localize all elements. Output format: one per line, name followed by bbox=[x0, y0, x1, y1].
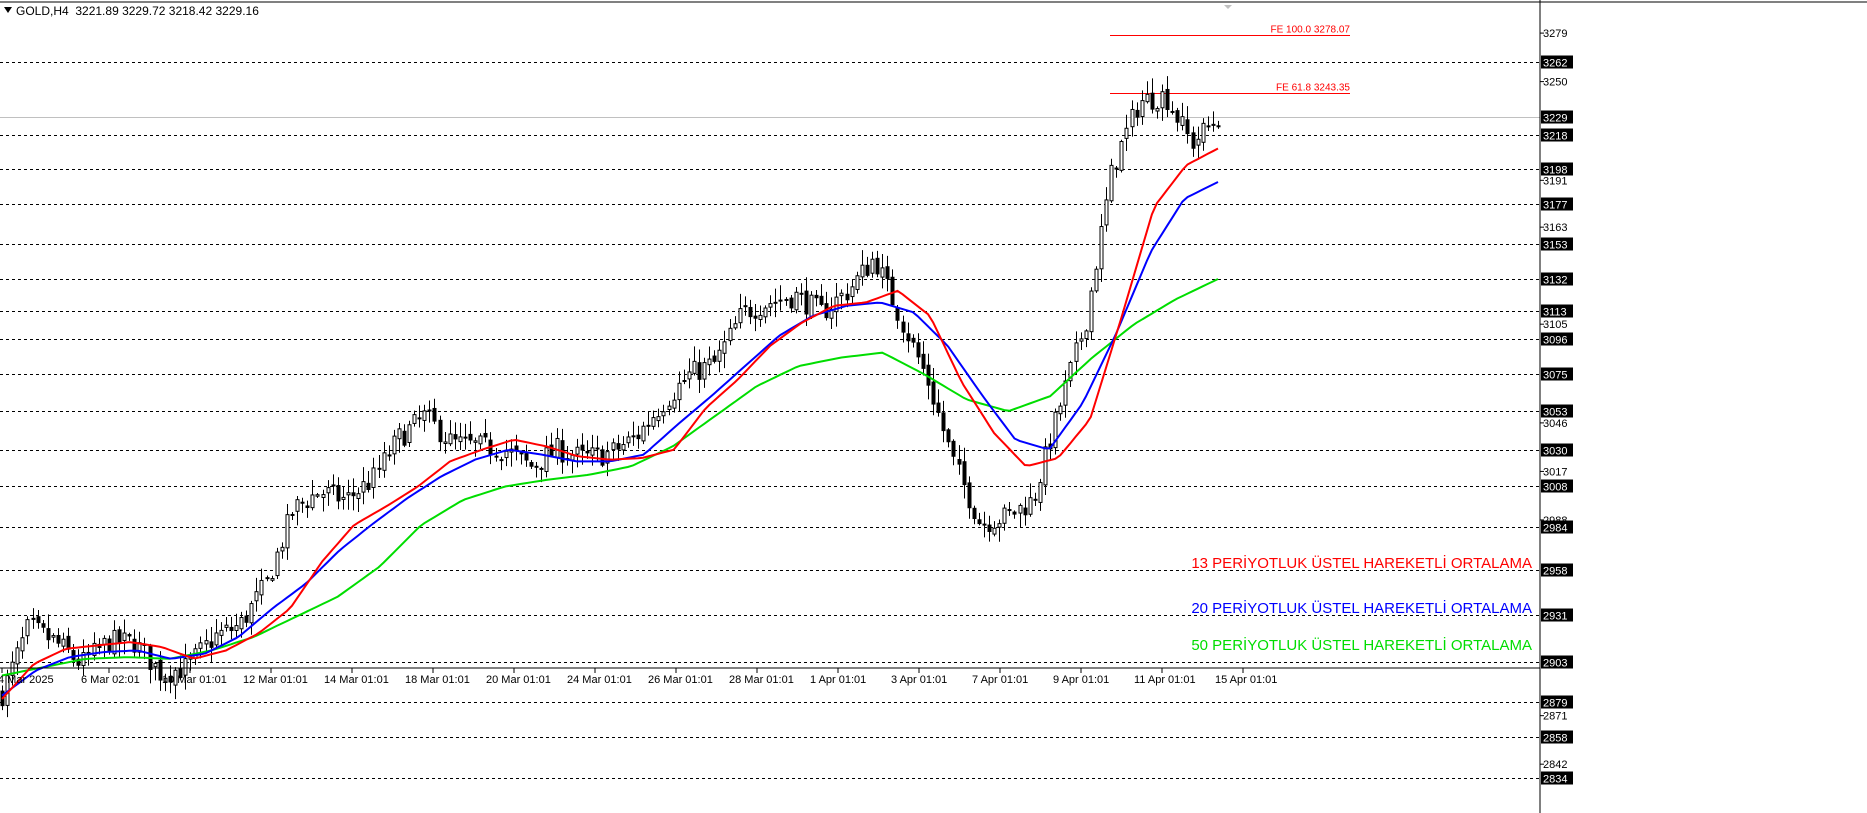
time-label: 28 Mar 01:01 bbox=[729, 674, 794, 686]
chart-header: GOLD,H4 3221.89 3229.72 3218.42 3229.16 bbox=[4, 4, 259, 18]
level-label: 3096 bbox=[1543, 335, 1567, 347]
price-tick-label: 3250 bbox=[1543, 77, 1567, 89]
time-label: 11 Apr 01:01 bbox=[1134, 674, 1196, 686]
level-label: 3053 bbox=[1543, 407, 1567, 419]
time-label: 1 Apr 01:01 bbox=[810, 674, 866, 686]
time-label: 26 Mar 01:01 bbox=[648, 674, 713, 686]
level-label: 3008 bbox=[1543, 482, 1567, 494]
level-label: 3262 bbox=[1543, 58, 1567, 70]
level-label: 3113 bbox=[1543, 307, 1567, 319]
time-label: 6 Mar 02:01 bbox=[81, 674, 140, 686]
price-tick-label: 2842 bbox=[1543, 759, 1567, 771]
fib-label: FE 100.0 3278.07 bbox=[1270, 25, 1350, 36]
ohlc-values: 3221.89 3229.72 3218.42 3229.16 bbox=[75, 4, 259, 18]
time-label: 10 Mar 01:01 bbox=[162, 674, 227, 686]
level-label: 3132 bbox=[1543, 275, 1567, 287]
time-label: 12 Mar 01:01 bbox=[243, 674, 308, 686]
ema50-legend: 50 PERİYOTLUK ÜSTEL HAREKETLİ ORTALAMA bbox=[1191, 637, 1532, 654]
level-label: 3030 bbox=[1543, 446, 1567, 458]
time-label: 9 Apr 01:01 bbox=[1053, 674, 1109, 686]
fib-label: FE 61.8 3243.35 bbox=[1276, 83, 1350, 94]
level-label: 3229 bbox=[1543, 113, 1567, 125]
symbol-label: GOLD,H4 bbox=[16, 4, 69, 18]
level-label: 3075 bbox=[1543, 370, 1567, 382]
level-label: 3153 bbox=[1543, 240, 1567, 252]
ema13-legend: 13 PERİYOTLUK ÜSTEL HAREKETLİ ORTALAMA bbox=[1191, 555, 1532, 572]
time-label: 24 Mar 01:01 bbox=[567, 674, 632, 686]
dropdown-arrow-icon[interactable] bbox=[4, 7, 12, 13]
level-label: 3177 bbox=[1543, 200, 1567, 212]
price-tick-label: 2871 bbox=[1543, 711, 1567, 723]
level-label: 3218 bbox=[1543, 131, 1567, 143]
candle bbox=[1089, 287, 1094, 341]
time-label: 20 Mar 01:01 bbox=[486, 674, 551, 686]
candle bbox=[275, 547, 280, 580]
price-tick-label: 3191 bbox=[1543, 175, 1567, 187]
time-label: 15 Apr 01:01 bbox=[1215, 674, 1277, 686]
time-label: 3 Apr 01:01 bbox=[891, 674, 947, 686]
price-chart[interactable]: FE 100.0 3278.07 FE 61.8 3243.35 3262 3229… bbox=[0, 0, 1867, 813]
time-label: 14 Mar 01:01 bbox=[324, 674, 389, 686]
price-tick-label: 3163 bbox=[1543, 222, 1567, 234]
candle bbox=[1109, 158, 1114, 203]
price-tick-label: 3279 bbox=[1543, 28, 1567, 40]
candle bbox=[1119, 139, 1124, 173]
time-label: 7 Apr 01:01 bbox=[972, 674, 1028, 686]
price-tick-label: 3046 bbox=[1543, 418, 1567, 430]
level-label: 2834 bbox=[1543, 774, 1567, 786]
ema20-legend: 20 PERİYOTLUK ÜSTEL HAREKETLİ ORTALAMA bbox=[1191, 600, 1532, 617]
candle bbox=[1053, 408, 1058, 455]
level-label: 2931 bbox=[1543, 611, 1567, 623]
time-label: 4 Mar 2025 bbox=[0, 674, 54, 686]
level-label: 2858 bbox=[1543, 733, 1567, 745]
time-label: 18 Mar 01:01 bbox=[405, 674, 470, 686]
price-tick-label: 3105 bbox=[1543, 319, 1567, 331]
candle bbox=[809, 291, 814, 320]
level-label: 2958 bbox=[1543, 566, 1567, 578]
level-label: 2903 bbox=[1543, 658, 1567, 670]
price-tick-label: 3017 bbox=[1543, 466, 1567, 478]
price-tick-label: 2988 bbox=[1543, 515, 1567, 527]
candle bbox=[1094, 266, 1099, 293]
level-label: 2879 bbox=[1543, 698, 1567, 710]
